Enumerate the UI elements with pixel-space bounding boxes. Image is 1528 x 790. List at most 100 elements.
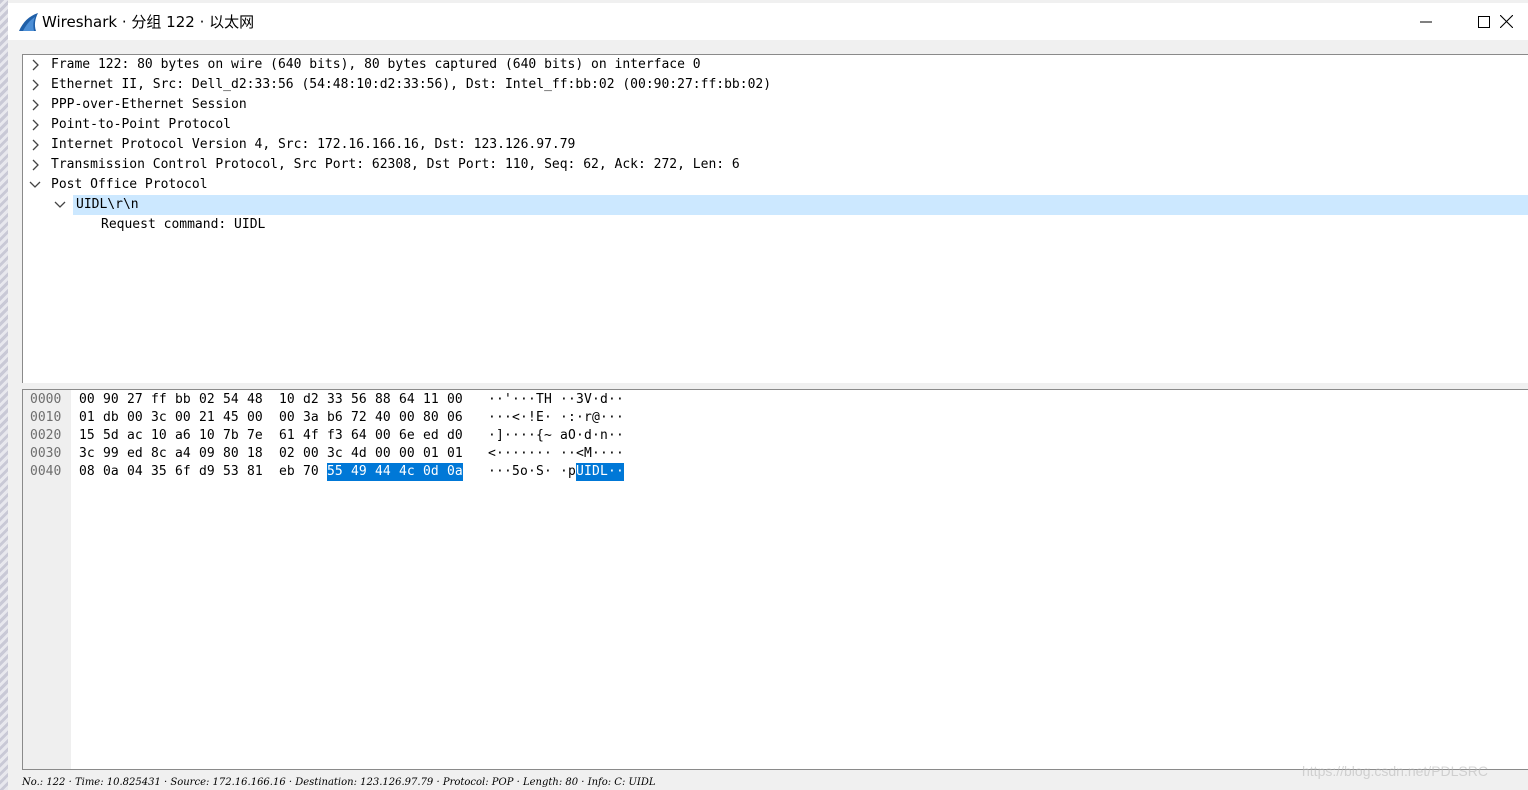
hex-byte[interactable]: 4c — [399, 463, 423, 481]
ascii-char[interactable]: · — [520, 445, 528, 463]
ascii-char[interactable]: · — [608, 427, 616, 445]
ascii-char[interactable]: · — [544, 409, 552, 427]
tree-row-tcp[interactable]: Transmission Control Protocol, Src Port:… — [23, 155, 1528, 175]
ascii-char[interactable]: ] — [496, 427, 504, 445]
ascii-char[interactable]: · — [488, 409, 496, 427]
ascii-char[interactable]: · — [528, 445, 536, 463]
hex-byte[interactable]: bb — [175, 391, 191, 409]
ascii-char[interactable]: o — [520, 463, 528, 481]
ascii-char[interactable]: 5 — [512, 463, 520, 481]
hex-byte[interactable]: 00 — [375, 445, 391, 463]
ascii-char[interactable]: E — [536, 409, 544, 427]
hex-byte[interactable]: 00 — [399, 445, 415, 463]
chevron-down-icon[interactable] — [28, 178, 42, 192]
ascii-char[interactable]: · — [496, 445, 504, 463]
hex-byte[interactable]: 01 — [447, 445, 463, 463]
ascii-char[interactable]: · — [496, 463, 504, 481]
hex-byte[interactable]: 00 — [375, 427, 391, 445]
title-bar[interactable]: Wireshark · 分组 122 · 以太网 — [8, 3, 1528, 40]
hex-byte[interactable]: 33 — [327, 391, 343, 409]
ascii-char[interactable]: · — [512, 445, 520, 463]
ascii-char[interactable]: · — [560, 445, 568, 463]
hex-byte[interactable]: 10 — [199, 427, 215, 445]
ascii-char[interactable]: p — [568, 463, 576, 481]
hex-byte[interactable]: 4d — [351, 445, 367, 463]
minimize-button[interactable] — [1397, 3, 1455, 40]
hex-byte[interactable]: 7e — [247, 427, 263, 445]
ascii-char[interactable]: : — [568, 409, 576, 427]
hex-byte[interactable]: 3c — [79, 445, 95, 463]
ascii-char[interactable]: @ — [592, 409, 600, 427]
hex-byte[interactable]: 70 — [303, 463, 319, 481]
hex-byte[interactable]: 80 — [223, 445, 239, 463]
hex-byte[interactable]: 81 — [247, 463, 263, 481]
ascii-char[interactable]: 3 — [576, 391, 584, 409]
chevron-right-icon[interactable] — [29, 118, 43, 132]
tree-row-uidl[interactable]: UIDL\r\n — [23, 195, 1528, 215]
ascii-char[interactable]: V — [584, 391, 592, 409]
chevron-right-icon[interactable] — [29, 158, 43, 172]
ascii-char[interactable]: · — [520, 409, 528, 427]
ascii-char[interactable]: · — [592, 391, 600, 409]
ascii-char[interactable]: · — [544, 463, 552, 481]
hex-byte[interactable]: 02 — [279, 445, 295, 463]
ascii-char[interactable]: · — [488, 391, 496, 409]
ascii-char[interactable]: d — [584, 427, 592, 445]
hex-byte[interactable]: 15 — [79, 427, 95, 445]
ascii-char[interactable]: · — [600, 445, 608, 463]
ascii-char[interactable]: · — [496, 409, 504, 427]
chevron-right-icon[interactable] — [29, 58, 43, 72]
hex-byte[interactable]: 3a — [303, 409, 319, 427]
ascii-char[interactable]: · — [560, 391, 568, 409]
hex-byte[interactable]: d9 — [199, 463, 215, 481]
hex-byte[interactable]: 0a — [447, 463, 463, 481]
hex-byte[interactable]: 02 — [199, 391, 215, 409]
ascii-char[interactable]: r — [584, 409, 592, 427]
hex-byte[interactable]: 45 — [223, 409, 239, 427]
hex-byte[interactable]: 01 — [79, 409, 95, 427]
ascii-char[interactable]: U — [576, 463, 584, 481]
ascii-char[interactable]: · — [504, 409, 512, 427]
hex-byte[interactable]: 49 — [351, 463, 375, 481]
hex-byte[interactable]: f3 — [327, 427, 343, 445]
hex-byte[interactable]: 48 — [247, 391, 263, 409]
ascii-char[interactable]: · — [616, 409, 624, 427]
hex-byte[interactable]: a4 — [175, 445, 191, 463]
hex-byte[interactable]: 27 — [127, 391, 143, 409]
ascii-char[interactable]: · — [608, 463, 616, 481]
packet-details-pane[interactable]: Frame 122: 80 bytes on wire (640 bits), … — [22, 54, 1528, 385]
hex-byte[interactable]: db — [103, 409, 119, 427]
hex-byte[interactable]: 00 — [79, 391, 95, 409]
hex-byte[interactable]: 00 — [303, 445, 319, 463]
hex-byte[interactable]: 00 — [247, 409, 263, 427]
ascii-char[interactable]: · — [592, 427, 600, 445]
hex-byte[interactable]: 64 — [351, 427, 367, 445]
ascii-char[interactable]: · — [616, 463, 624, 481]
hex-byte[interactable]: 7b — [223, 427, 239, 445]
hex-byte[interactable]: 04 — [127, 463, 143, 481]
ascii-char[interactable]: < — [512, 409, 520, 427]
ascii-char[interactable]: · — [608, 409, 616, 427]
ascii-char[interactable]: M — [584, 445, 592, 463]
ascii-char[interactable]: · — [512, 427, 520, 445]
hex-byte[interactable]: 5d — [103, 427, 119, 445]
hex-byte[interactable]: 00 — [127, 409, 143, 427]
hex-byte[interactable]: 3c — [151, 409, 167, 427]
ascii-char[interactable]: · — [504, 445, 512, 463]
ascii-char[interactable]: · — [616, 427, 624, 445]
ascii-char[interactable]: · — [560, 409, 568, 427]
hex-byte[interactable]: ed — [127, 445, 143, 463]
tree-row-pppoe[interactable]: PPP-over-Ethernet Session — [23, 95, 1528, 115]
hex-byte[interactable]: 0d — [423, 463, 447, 481]
ascii-char[interactable]: · — [576, 409, 584, 427]
ascii-char[interactable]: a — [560, 427, 568, 445]
ascii-char[interactable]: d — [600, 391, 608, 409]
hex-byte[interactable]: 10 — [279, 391, 295, 409]
hex-byte[interactable]: 6f — [175, 463, 191, 481]
ascii-char[interactable]: · — [496, 391, 504, 409]
hex-byte[interactable]: 18 — [247, 445, 263, 463]
ascii-char[interactable]: · — [528, 463, 536, 481]
ascii-char[interactable]: · — [520, 391, 528, 409]
close-button[interactable] — [1484, 3, 1528, 40]
hex-byte[interactable]: 80 — [423, 409, 439, 427]
